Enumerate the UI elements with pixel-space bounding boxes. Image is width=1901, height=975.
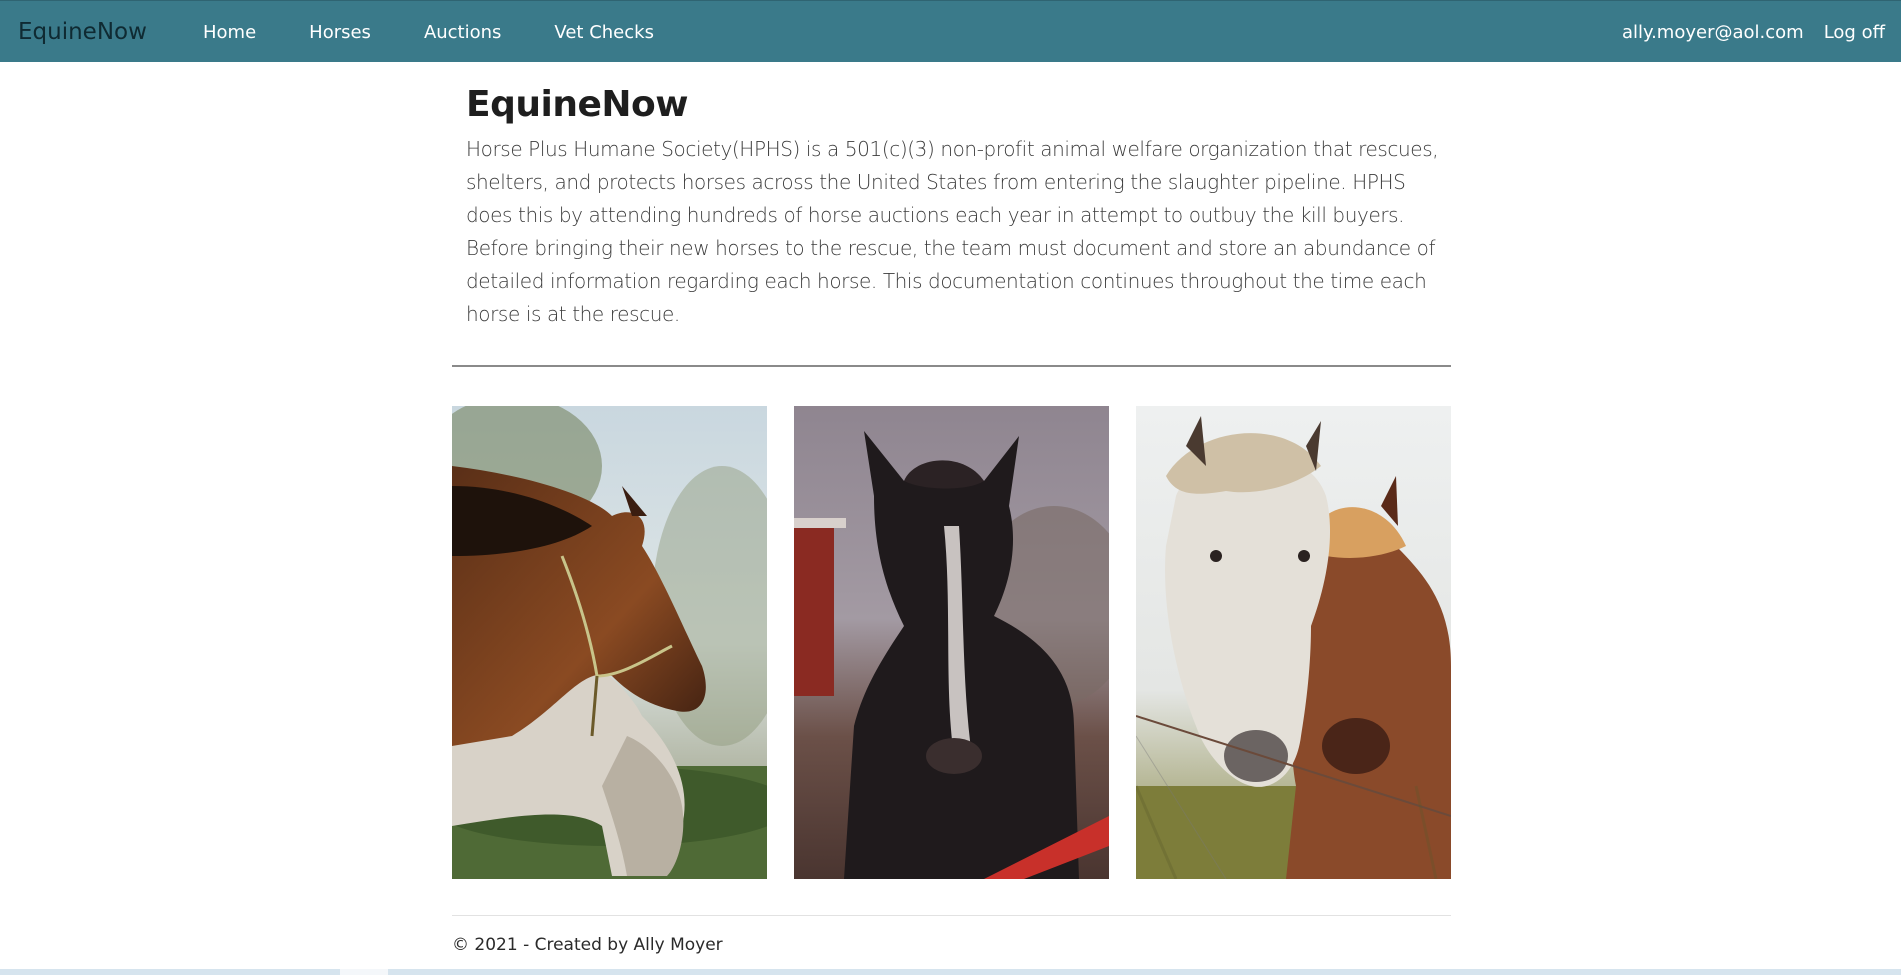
- log-off-link[interactable]: Log off: [1824, 22, 1885, 43]
- nav-home[interactable]: Home: [203, 22, 256, 43]
- page-title: EquineNow: [466, 84, 689, 125]
- page-description: Horse Plus Humane Society(HPHS) is a 501…: [466, 137, 1439, 326]
- horse-gallery: [452, 406, 1451, 879]
- nav-auctions[interactable]: Auctions: [424, 22, 501, 43]
- nav-horses[interactable]: Horses: [309, 22, 371, 43]
- section-divider: [452, 365, 1451, 367]
- horse-photo-1: [452, 406, 767, 879]
- user-nav: ally.moyer@aol.com Log off: [1602, 22, 1885, 43]
- footer-copyright: © 2021 - Created by Ally Moyer: [452, 935, 723, 955]
- main-container: EquineNow Horse Plus Humane Society(HPHS…: [452, 62, 1451, 916]
- scrollbar-thumb[interactable]: [340, 969, 388, 975]
- nav-vet-checks[interactable]: Vet Checks: [554, 22, 654, 43]
- footer-divider: [452, 915, 1451, 916]
- horse-photo-2: [794, 406, 1109, 879]
- main-nav: Home Horses Auctions Vet Checks: [203, 22, 707, 43]
- brand-link[interactable]: EquineNow: [18, 19, 147, 45]
- top-navbar: EquineNow Home Horses Auctions Vet Check…: [0, 0, 1901, 62]
- horizontal-scrollbar[interactable]: [0, 969, 1901, 975]
- horse-photo-3: [1136, 406, 1451, 879]
- user-email-link[interactable]: ally.moyer@aol.com: [1622, 22, 1804, 43]
